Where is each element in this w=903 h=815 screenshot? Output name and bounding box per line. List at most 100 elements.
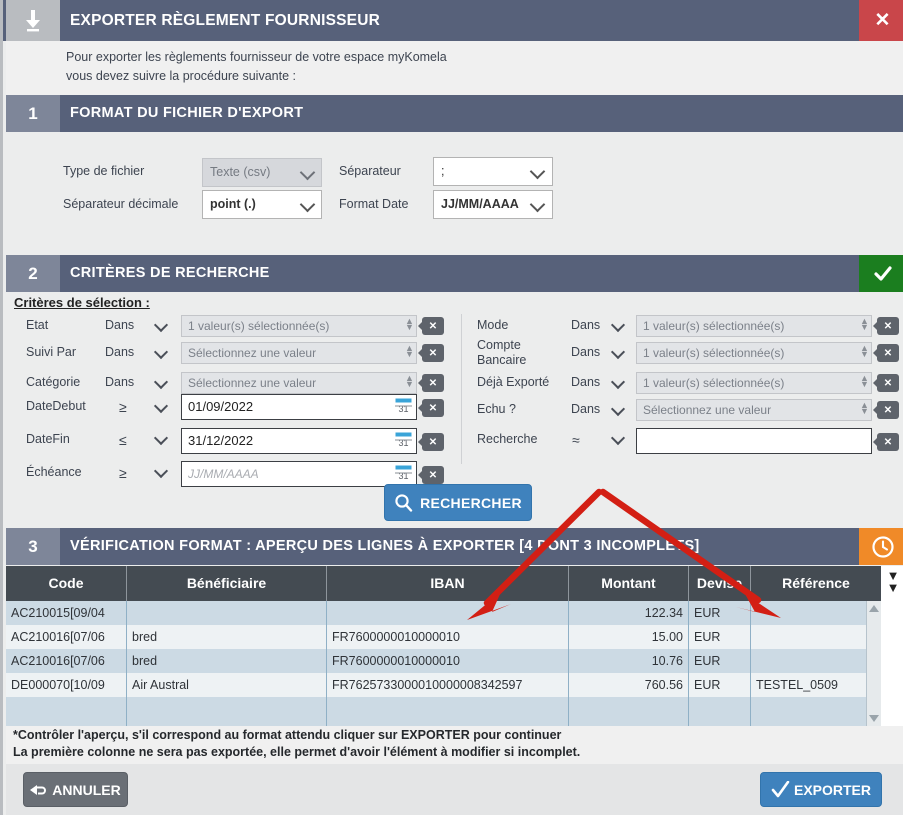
- clear-button-echeance[interactable]: [418, 466, 444, 484]
- check-icon: [873, 265, 892, 281]
- collapse-chevron-icon[interactable]: ▼ ▼: [883, 569, 903, 596]
- cell-iban: FR7600000010000010: [327, 625, 569, 649]
- type-de-fichier-select[interactable]: Texte (csv): [202, 158, 322, 187]
- column-header-beneficiaire[interactable]: Bénéficiaire: [127, 566, 327, 601]
- separateur-select[interactable]: ;: [433, 157, 553, 186]
- exporter-button[interactable]: EXPORTER: [760, 772, 882, 807]
- criteria-value-echeance[interactable]: JJ/MM/AAAA: [181, 461, 417, 487]
- criteria-operator-suivi-par[interactable]: Dans: [105, 345, 134, 359]
- clear-button-datefin[interactable]: [418, 433, 444, 451]
- cell-iban: FR7600000010000010: [327, 649, 569, 673]
- criteria-operator-deja-exporte[interactable]: Dans: [571, 375, 600, 389]
- stepper-icon[interactable]: ▲ ▼: [860, 344, 869, 359]
- criteria-value-datefin[interactable]: 31/12/2022: [181, 428, 417, 454]
- criteria-value-recherche[interactable]: [636, 428, 872, 454]
- criteria-value-echu[interactable]: Sélectionnez une valeur: [636, 399, 872, 421]
- footnote-line-2: La première colonne ne sera pas exportée…: [13, 745, 581, 759]
- criteria-value-datedebut[interactable]: 01/09/2022: [181, 394, 417, 420]
- rechercher-button[interactable]: RECHERCHER: [384, 484, 532, 521]
- clear-button-recherche[interactable]: [873, 433, 899, 451]
- column-header-montant[interactable]: Montant: [569, 566, 689, 601]
- criteria-operator-compte-bancaire[interactable]: Dans: [571, 345, 600, 359]
- section-3-number: 3: [6, 528, 60, 565]
- table-row[interactable]: [6, 697, 881, 726]
- cell-code: [6, 697, 127, 726]
- criteria-operator-etat[interactable]: Dans: [105, 318, 134, 332]
- column-header-code[interactable]: Code: [6, 566, 127, 601]
- section-3-status-badge: [859, 528, 903, 565]
- cell-beneficiaire: [127, 601, 327, 625]
- table-row[interactable]: AC210015[09/04 122.34 EUR: [6, 601, 881, 625]
- cell-reference: [751, 625, 881, 649]
- criteria-operator-recherche[interactable]: ≈: [572, 432, 580, 448]
- scroll-down-arrow-icon[interactable]: [869, 715, 879, 722]
- dialog-title: EXPORTER RÈGLEMENT FOURNISSEUR: [70, 12, 380, 29]
- stepper-icon[interactable]: ▲ ▼: [860, 401, 869, 416]
- cell-reference: [751, 601, 881, 625]
- calendar-icon[interactable]: 31: [395, 432, 412, 448]
- criteria-value-etat[interactable]: 1 valeur(s) sélectionnée(s): [181, 315, 417, 337]
- table-vertical-scrollbar[interactable]: [866, 601, 881, 726]
- criteria-value-deja-exporte[interactable]: 1 valeur(s) sélectionnée(s): [636, 372, 872, 394]
- cell-iban: [327, 601, 569, 625]
- criteria-label-compte-bancaire: Compte Bancaire: [477, 338, 527, 367]
- calendar-icon[interactable]: 31: [395, 398, 412, 414]
- stepper-icon[interactable]: ▲ ▼: [405, 317, 414, 332]
- cell-montant: [569, 697, 689, 726]
- cell-code: AC210016[07/06: [6, 649, 127, 673]
- cell-code: AC210016[07/06: [6, 625, 127, 649]
- stepper-icon[interactable]: ▲ ▼: [860, 317, 869, 332]
- clear-button-compte-bancaire[interactable]: [873, 344, 899, 362]
- cell-code: DE000070[10/09: [6, 673, 127, 697]
- close-button[interactable]: ✕: [859, 0, 903, 41]
- criteria-label-echu: Echu ?: [477, 402, 516, 416]
- criteria-operator-echeance[interactable]: ≥: [119, 465, 127, 481]
- separateur-decimale-select[interactable]: point (.): [202, 190, 322, 219]
- chevron-down-icon: [610, 317, 626, 333]
- column-header-reference[interactable]: Référence: [751, 566, 881, 601]
- annuler-button[interactable]: ANNULER: [23, 772, 128, 807]
- stepper-icon[interactable]: ▲ ▼: [860, 374, 869, 389]
- table-row[interactable]: AC210016[07/06 bred FR7600000010000010 1…: [6, 625, 881, 649]
- cell-devise: EUR: [689, 649, 751, 673]
- calendar-icon[interactable]: 31: [395, 465, 412, 481]
- criteria-operator-categorie[interactable]: Dans: [105, 375, 134, 389]
- cell-montant: 10.76: [569, 649, 689, 673]
- download-icon-glyph: [26, 9, 40, 31]
- stepper-icon[interactable]: ▲ ▼: [405, 374, 414, 389]
- criteria-value-categorie[interactable]: Sélectionnez une valeur: [181, 372, 417, 394]
- annuler-button-label: ANNULER: [52, 781, 121, 798]
- section-2-header: 2 CRITÈRES DE RECHERCHE: [6, 255, 903, 292]
- column-header-iban[interactable]: IBAN: [327, 566, 569, 601]
- cell-reference: TESTEL_0509: [756, 678, 838, 692]
- cell-beneficiaire: Air Austral: [127, 673, 327, 697]
- format-date-select[interactable]: JJ/MM/AAAA: [433, 190, 553, 219]
- clear-button-mode[interactable]: [873, 317, 899, 335]
- criteria-operator-datefin[interactable]: ≤: [119, 432, 127, 448]
- cell-montant: 122.34: [569, 601, 689, 625]
- clear-button-suivi-par[interactable]: [418, 344, 444, 362]
- table-row[interactable]: DE000070[10/09 Air Austral FR76257330000…: [6, 673, 881, 697]
- clear-button-datedebut[interactable]: [418, 399, 444, 417]
- criteria-value-mode[interactable]: 1 valeur(s) sélectionnée(s): [636, 315, 872, 337]
- clear-button-deja-exporte[interactable]: [873, 374, 899, 392]
- criteria-value-compte-bancaire[interactable]: 1 valeur(s) sélectionnée(s): [636, 342, 872, 364]
- cell-devise: EUR: [689, 625, 751, 649]
- criteria-operator-echu[interactable]: Dans: [571, 402, 600, 416]
- column-header-devise[interactable]: Devise: [689, 566, 751, 601]
- scroll-up-arrow-icon[interactable]: [869, 605, 879, 612]
- criteria-operator-mode[interactable]: Dans: [571, 318, 600, 332]
- table-row[interactable]: AC210016[07/06 bred FR7600000010000010 1…: [6, 649, 881, 673]
- back-arrow-icon: [30, 784, 47, 795]
- clear-button-echu[interactable]: [873, 401, 899, 419]
- criteria-operator-datedebut[interactable]: ≥: [119, 399, 127, 415]
- criteria-value-suivi-par[interactable]: Sélectionnez une valeur: [181, 342, 417, 364]
- cell-devise: EUR: [689, 601, 751, 625]
- clear-button-etat[interactable]: [418, 317, 444, 335]
- magnifier-icon: [395, 494, 413, 512]
- footnote-panel: *Contrôler l'aperçu, s'il correspond au …: [6, 726, 903, 764]
- clear-button-categorie[interactable]: [418, 374, 444, 392]
- chevron-down-icon: [610, 374, 626, 390]
- stepper-icon[interactable]: ▲ ▼: [405, 344, 414, 359]
- chevron-down-icon: [153, 398, 169, 414]
